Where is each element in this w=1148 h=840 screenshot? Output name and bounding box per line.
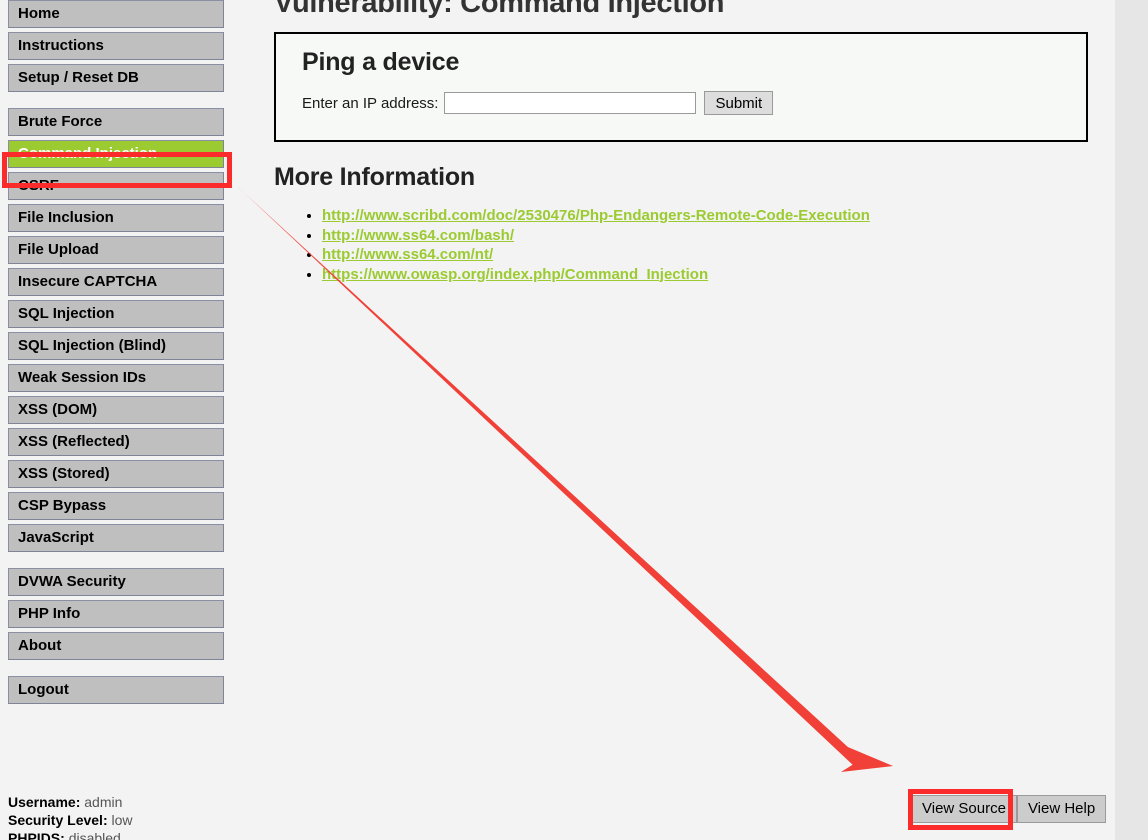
sidebar-item-sql-injection-blind[interactable]: SQL Injection (Blind): [8, 332, 224, 360]
sidebar-item-instructions[interactable]: Instructions: [8, 32, 224, 60]
ping-form: Enter an IP address: Submit: [276, 77, 1086, 115]
sidebar-item-command-injection[interactable]: Command Injection: [8, 140, 224, 168]
nav-group-meta: DVWA Security PHP Info About: [0, 568, 232, 660]
sidebar-item-setup-reset-db[interactable]: Setup / Reset DB: [8, 64, 224, 92]
sidebar-item-file-upload[interactable]: File Upload: [8, 236, 224, 264]
status-phpids-row: PHPIDS: disabled: [8, 829, 133, 840]
status-security-level-label: Security Level:: [8, 812, 108, 828]
more-info-link-scribd[interactable]: http://www.scribd.com/doc/2530476/Php-En…: [322, 207, 870, 224]
sidebar-item-about[interactable]: About: [8, 632, 224, 660]
dvwa-page: Home Instructions Setup / Reset DB Brute…: [0, 0, 1148, 840]
status-security-level-row: Security Level: low: [8, 811, 133, 829]
more-info-link-owasp[interactable]: https://www.owasp.org/index.php/Command_…: [322, 266, 708, 283]
status-username-label: Username:: [8, 794, 81, 810]
sidebar-item-logout[interactable]: Logout: [8, 676, 224, 704]
sidebar-item-sql-injection[interactable]: SQL Injection: [8, 300, 224, 328]
sidebar-item-xss-reflected[interactable]: XSS (Reflected): [8, 428, 224, 456]
list-item: http://www.ss64.com/nt/: [322, 245, 870, 265]
more-info-link-ss64-bash[interactable]: http://www.ss64.com/bash/: [322, 227, 514, 244]
more-information-link-list: http://www.scribd.com/doc/2530476/Php-En…: [288, 206, 870, 284]
arrow-head: [841, 745, 893, 772]
sidebar-navigation: Home Instructions Setup / Reset DB Brute…: [0, 0, 232, 720]
view-source-button[interactable]: View Source: [911, 795, 1017, 823]
status-security-level-value: low: [111, 812, 133, 828]
status-phpids-value: disabled: [68, 830, 121, 840]
sidebar-item-xss-dom[interactable]: XSS (DOM): [8, 396, 224, 424]
sidebar-item-weak-session-ids[interactable]: Weak Session IDs: [8, 364, 224, 392]
sidebar-item-file-inclusion[interactable]: File Inclusion: [8, 204, 224, 232]
sidebar-item-csp-bypass[interactable]: CSP Bypass: [8, 492, 224, 520]
sidebar-item-dvwa-security[interactable]: DVWA Security: [8, 568, 224, 596]
view-help-button[interactable]: View Help: [1016, 795, 1107, 823]
more-info-link-ss64-nt[interactable]: http://www.ss64.com/nt/: [322, 246, 493, 263]
status-username-value: admin: [84, 794, 123, 810]
sidebar-item-php-info[interactable]: PHP Info: [8, 600, 224, 628]
sidebar-item-brute-force[interactable]: Brute Force: [8, 108, 224, 136]
nav-group-primary: Home Instructions Setup / Reset DB: [0, 0, 232, 92]
panel-heading: Ping a device: [302, 48, 460, 76]
sidebar-item-csrf[interactable]: CSRF: [8, 172, 224, 200]
sidebar-item-javascript[interactable]: JavaScript: [8, 524, 224, 552]
nav-group-vulnerabilities: Brute Force Command Injection CSRF File …: [0, 108, 232, 552]
submit-button[interactable]: Submit: [704, 91, 774, 115]
nav-group-session: Logout: [0, 676, 232, 704]
vertical-scrollbar[interactable]: [1115, 0, 1148, 840]
status-username-row: Username: admin: [8, 793, 133, 811]
ip-address-input[interactable]: [444, 92, 697, 114]
list-item: http://www.scribd.com/doc/2530476/Php-En…: [322, 206, 870, 226]
page-title: Vulnerability: Command Injection: [274, 0, 725, 19]
ping-a-device-panel: Ping a device Enter an IP address: Submi…: [274, 32, 1088, 142]
ip-address-label: Enter an IP address:: [302, 94, 439, 112]
more-information-heading: More Information: [274, 163, 475, 191]
list-item: https://www.owasp.org/index.php/Command_…: [322, 265, 870, 285]
session-status-block: Username: admin Security Level: low PHPI…: [8, 793, 133, 840]
sidebar-item-insecure-captcha[interactable]: Insecure CAPTCHA: [8, 268, 224, 296]
status-phpids-label: PHPIDS:: [8, 830, 65, 840]
list-item: http://www.ss64.com/bash/: [322, 226, 870, 246]
source-help-button-group: View Source View Help: [911, 795, 1107, 823]
sidebar-item-home[interactable]: Home: [8, 0, 224, 28]
sidebar-item-xss-stored[interactable]: XSS (Stored): [8, 460, 224, 488]
